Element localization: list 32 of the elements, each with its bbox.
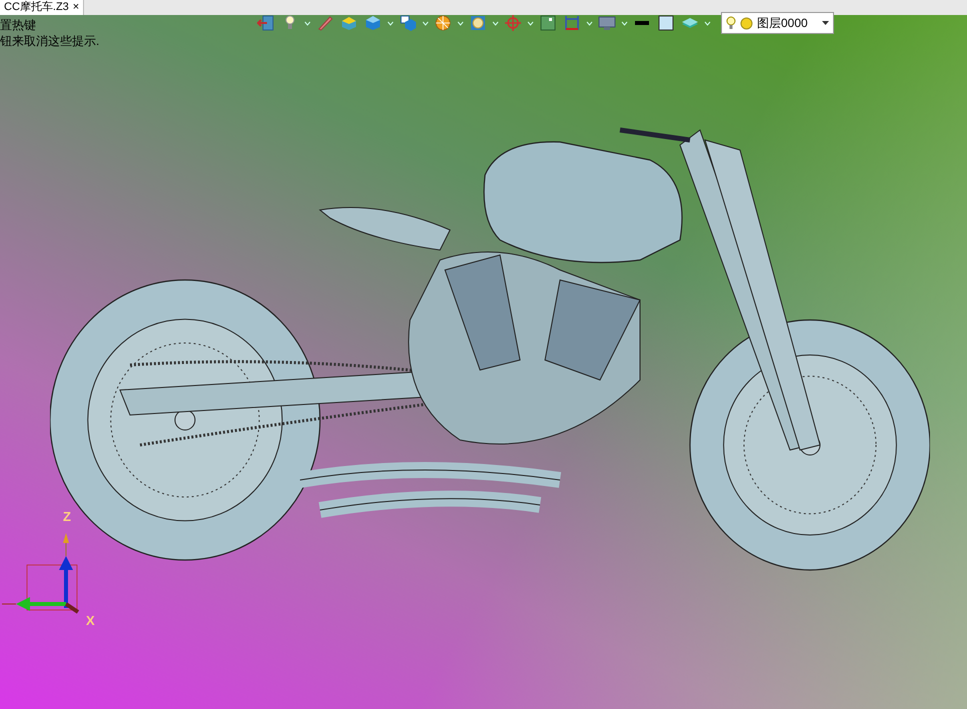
caret-icon[interactable] [527,20,534,26]
window-icon[interactable] [539,14,557,32]
sphere-icon[interactable] [434,14,452,32]
box-icon[interactable] [340,14,358,32]
caret-icon [822,21,829,25]
caret-icon[interactable] [422,20,429,26]
crosshair-icon[interactable] [504,14,522,32]
caret-icon[interactable] [304,20,311,26]
x-axis-label: X [86,614,95,627]
z-axis-label: Z [63,510,71,523]
close-button[interactable]: × [72,1,80,14]
tab-title: CC摩托车.Z3 [4,1,69,14]
layer-dropdown[interactable]: 图层0000 [721,12,834,34]
monitor-icon[interactable] [598,14,616,32]
zoom-icon[interactable] [469,14,487,32]
fill-color-icon[interactable] [657,14,675,32]
hint-text: 置热键 [0,17,37,33]
caret-icon[interactable] [457,20,464,26]
hint-text: 钮来取消这些提示. [0,33,100,49]
document-tab[interactable]: CC摩托车.Z3 × [0,0,84,15]
cube-icon[interactable] [399,14,417,32]
layer-name: 图层0000 [757,15,808,32]
caret-icon[interactable] [586,20,593,26]
exit-icon[interactable] [257,14,275,32]
caret-icon[interactable] [621,20,628,26]
caret-icon[interactable] [387,20,394,26]
sun-icon [740,16,753,30]
cube-icon[interactable] [364,14,382,32]
dimension-icon[interactable] [563,14,581,32]
lightbulb-icon [726,16,736,30]
caret-icon[interactable] [704,20,711,26]
caret-icon[interactable] [492,20,499,26]
